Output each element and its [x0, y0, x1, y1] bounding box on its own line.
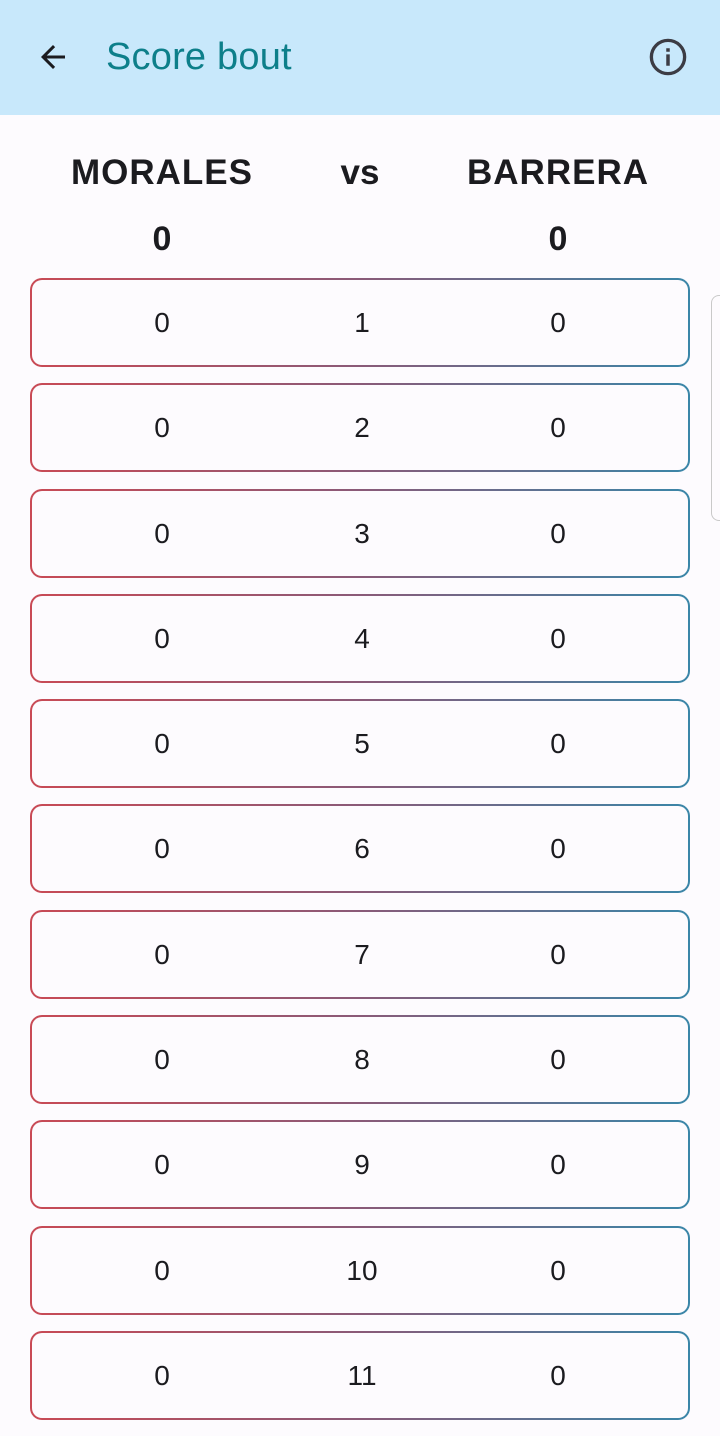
- round-number: 1: [354, 307, 370, 338]
- rounds-list: 0 1 0 0 2 0 0 3 0 0 4 0 0 5 0 0 6 0 0 7 …: [30, 278, 690, 1436]
- round-row[interactable]: 0 1 0: [30, 278, 690, 367]
- round-row[interactable]: 0 5 0: [30, 699, 690, 788]
- right-round-score: 0: [550, 833, 566, 865]
- left-round-score: 0: [154, 728, 170, 760]
- left-round-score: 0: [154, 1149, 170, 1181]
- round-number: 5: [354, 728, 370, 760]
- right-round-score: 0: [550, 938, 566, 970]
- round-row[interactable]: 0 4 0: [30, 594, 690, 683]
- arrow-back-icon: [41, 45, 65, 69]
- left-round-score: 0: [154, 1359, 170, 1391]
- vs-label: vs: [340, 153, 380, 192]
- round-number: 7: [354, 938, 370, 970]
- right-round-score: 0: [550, 1149, 566, 1181]
- back-button[interactable]: [26, 30, 80, 84]
- round-row[interactable]: 0 10 0: [30, 1226, 690, 1315]
- right-round-score: 0: [550, 1044, 566, 1076]
- left-fighter-name: MORALES: [71, 153, 253, 192]
- round-row[interactable]: 0 8 0: [30, 1015, 690, 1104]
- right-total-score: 0: [548, 220, 568, 258]
- round-row[interactable]: 0 2 0: [30, 383, 690, 472]
- right-fighter-name: BARRERA: [467, 153, 649, 192]
- round-row[interactable]: 0 6 0: [30, 804, 690, 893]
- app-bar: Score bout: [0, 0, 720, 115]
- round-number: 3: [354, 517, 370, 549]
- left-round-score: 0: [154, 1254, 170, 1286]
- fighters-header: MORALES vs BARRERA: [0, 150, 720, 198]
- right-round-score: 0: [550, 1359, 566, 1391]
- round-row[interactable]: 0 11 0: [30, 1331, 690, 1420]
- round-row[interactable]: 0 9 0: [30, 1120, 690, 1209]
- round-number: 6: [354, 833, 370, 865]
- round-number: 10: [346, 1254, 378, 1286]
- round-number: 11: [347, 1359, 377, 1391]
- round-number: 8: [354, 1044, 370, 1076]
- info-button[interactable]: [641, 30, 695, 84]
- right-round-score: 0: [550, 412, 566, 444]
- round-row[interactable]: 0 3 0: [30, 489, 690, 578]
- left-round-score: 0: [154, 412, 170, 444]
- right-round-score: 0: [550, 622, 566, 654]
- right-round-score: 0: [550, 1254, 566, 1286]
- right-round-score: 0: [550, 728, 566, 760]
- left-round-score: 0: [154, 938, 170, 970]
- left-round-score: 0: [154, 833, 170, 865]
- scrollbar[interactable]: [711, 295, 720, 521]
- left-round-score: 0: [154, 622, 170, 654]
- left-round-score: 0: [154, 307, 170, 338]
- left-round-score: 0: [154, 1044, 170, 1076]
- round-row[interactable]: 0 7 0: [30, 910, 690, 999]
- info-icon: [649, 38, 687, 76]
- left-total-score: 0: [152, 220, 172, 258]
- page-title: Score bout: [106, 36, 292, 78]
- left-round-score: 0: [154, 517, 170, 549]
- right-round-score: 0: [550, 307, 566, 338]
- totals-row: 0 0: [0, 218, 720, 262]
- round-number: 2: [354, 412, 370, 444]
- round-number: 9: [354, 1149, 370, 1181]
- round-number: 4: [354, 622, 370, 654]
- right-round-score: 0: [550, 517, 566, 549]
